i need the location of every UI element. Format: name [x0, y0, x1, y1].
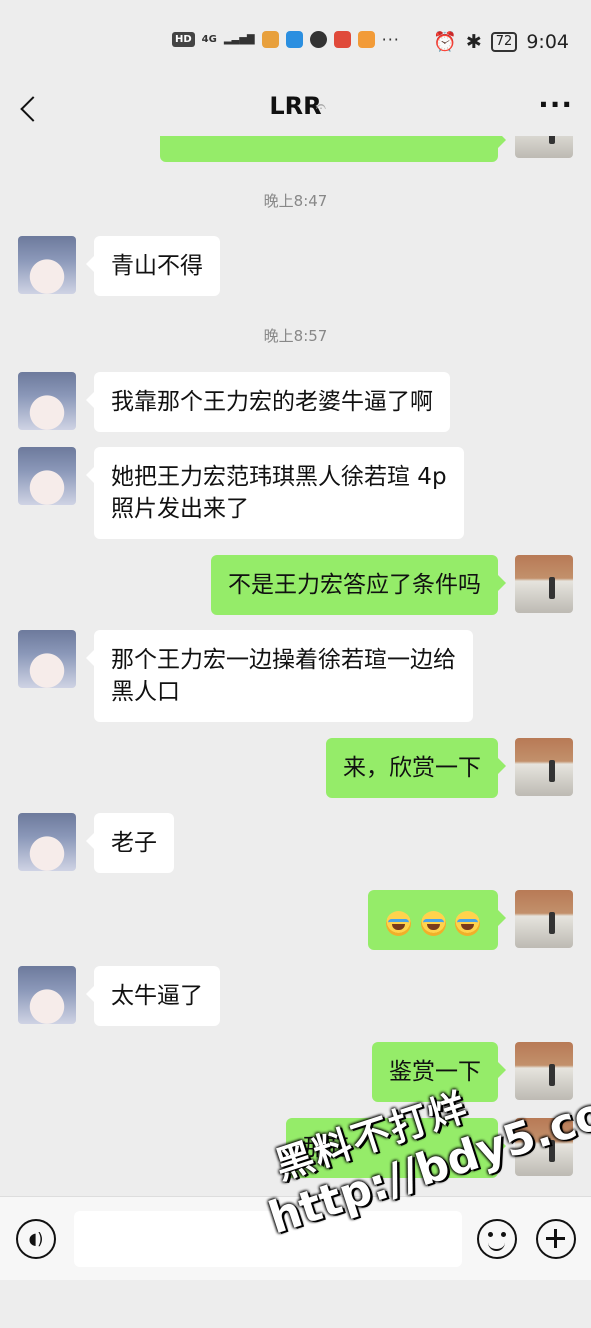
alarm-icon: ⏰ [433, 31, 457, 53]
message-line: 那个王力宏一边操着徐若瑄一边给 [111, 647, 456, 673]
network-icon: 4G [201, 34, 217, 45]
timestamp: 晚上8:47 [263, 192, 328, 210]
message-bubble-incoming[interactable]: 她把王力宏范玮琪黑人徐若瑄 4p 照片发出来了 [86, 447, 464, 539]
timestamp: 晚上8:57 [263, 327, 328, 345]
clock: 9:04 [526, 30, 569, 53]
app-icon [309, 31, 327, 48]
contact-avatar[interactable] [18, 630, 76, 688]
laughing-crying-emoji-icon [420, 911, 446, 936]
bluetooth-icon: ✱ [465, 30, 482, 53]
app-icon [285, 31, 303, 48]
message-bubble-outgoing[interactable] [160, 136, 506, 162]
message-list[interactable]: 晚上8:47 青山不得 晚上8:57 我靠那个王力宏的老婆牛逼了啊 她把王力宏范… [0, 136, 591, 1196]
message-bubble-outgoing[interactable] [368, 890, 506, 950]
chat-title: LRR [269, 92, 322, 120]
signal-icon: ▂▃▅▇ [223, 34, 255, 45]
laughing-crying-emoji-icon [455, 911, 480, 936]
contact-avatar[interactable] [18, 236, 76, 294]
contact-avatar[interactable] [18, 813, 76, 871]
hd-icon: HD [172, 32, 195, 47]
message-bubble-incoming[interactable]: 太牛逼了 [86, 966, 220, 1026]
message-bubble-incoming[interactable]: 我靠那个王力宏的老婆牛逼了啊 [86, 372, 450, 432]
input-bar: ◖) [0, 1196, 591, 1280]
my-avatar[interactable] [515, 136, 573, 158]
message-bubble-incoming[interactable]: 老子 [86, 813, 174, 873]
battery-icon: 72 [490, 31, 518, 52]
message-line: 黑人口 [111, 679, 180, 705]
more-options-button[interactable]: ··· [538, 88, 573, 121]
message-bubble-incoming[interactable]: 那个王力宏一边操着徐若瑄一边给 黑人口 [86, 630, 473, 722]
my-avatar[interactable] [515, 555, 573, 613]
status-bar: HD 4G ▂▃▅▇ ··· ⏰ ✱ 72 9:04 [0, 0, 591, 80]
status-right-icons: ⏰ ✱ 72 9:04 [433, 30, 569, 54]
contact-avatar[interactable] [18, 447, 76, 505]
message-bubble-outgoing[interactable]: 来，欣赏一下 [326, 738, 506, 798]
my-avatar[interactable] [515, 738, 573, 796]
more-dots-icon: ··· [381, 30, 400, 49]
voice-icon[interactable]: ◖) [16, 1219, 56, 1259]
laughing-crying-emoji-icon [386, 911, 412, 936]
app-icon [261, 31, 279, 48]
my-avatar[interactable] [515, 1042, 573, 1100]
message-input[interactable] [74, 1211, 462, 1267]
message-bubble-outgoing[interactable]: 鉴赏一下 [372, 1042, 506, 1102]
contact-avatar[interactable] [18, 372, 76, 430]
ear-icon: 𝄐 [316, 96, 327, 117]
app-icon [357, 31, 375, 48]
message-bubble-incoming[interactable]: 青山不得 [86, 236, 220, 296]
message-line: 她把王力宏范玮琪黑人徐若瑄 4p [111, 464, 447, 490]
my-avatar[interactable] [515, 890, 573, 948]
my-avatar[interactable] [515, 1118, 573, 1176]
status-left-icons: HD 4G ▂▃▅▇ ··· [172, 30, 400, 49]
smile-icon[interactable] [477, 1219, 517, 1259]
contact-avatar[interactable] [18, 966, 76, 1024]
message-bubble-outgoing[interactable]: 不是王力宏答应了条件吗 [211, 555, 506, 615]
plus-icon[interactable] [536, 1219, 576, 1259]
message-bubble-outgoing[interactable]: 那茈 [286, 1118, 506, 1178]
app-icon [333, 31, 351, 48]
message-line: 照片发出来了 [111, 496, 249, 522]
chat-header: LRR 𝄐 ··· [0, 80, 591, 136]
